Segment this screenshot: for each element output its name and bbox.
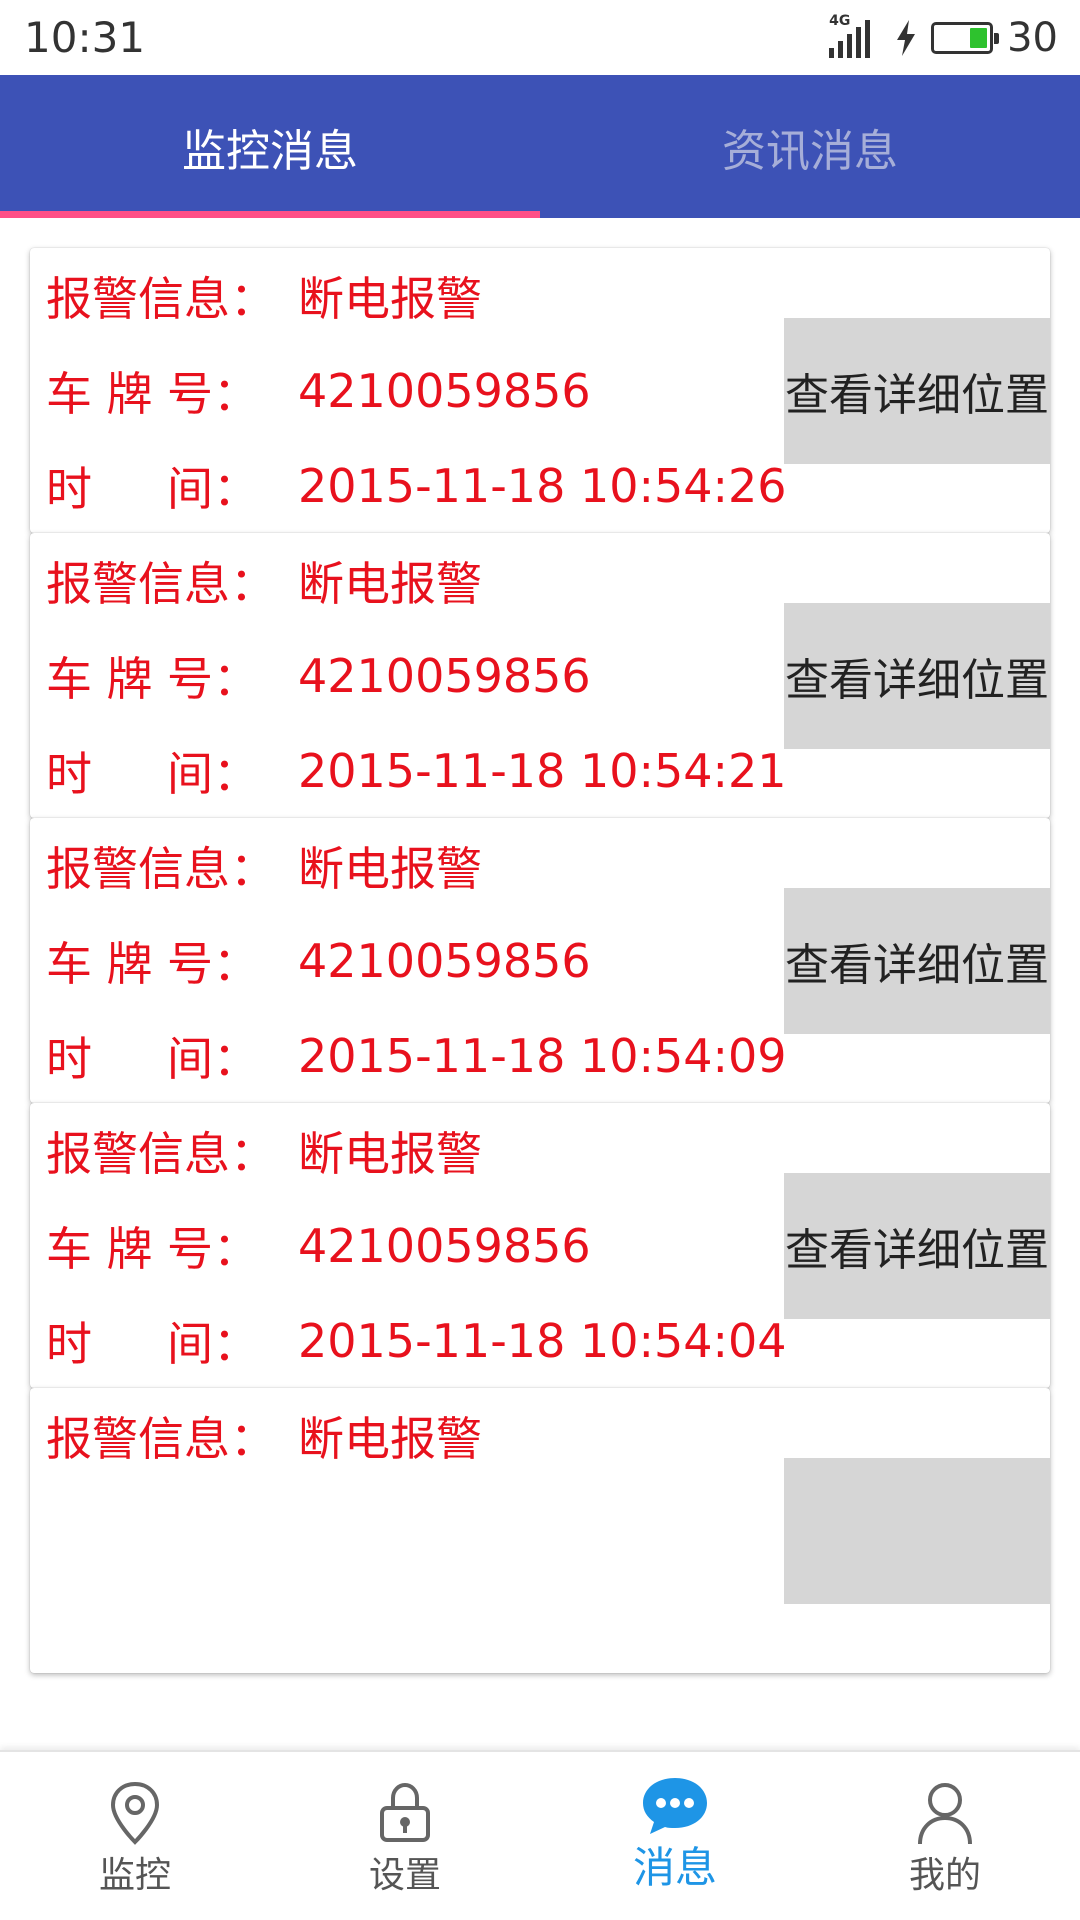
alarm-label: 报警信息： <box>46 272 276 326</box>
lock-icon <box>380 1782 430 1842</box>
view-location-button[interactable]: 查看详细位置 <box>784 318 1050 464</box>
alarm-label: 报警信息： <box>46 1412 276 1466</box>
plate-row: 车 牌 号： 4210059856 <box>46 361 591 421</box>
view-location-button[interactable] <box>784 1458 1050 1604</box>
alarm-label: 报警信息： <box>46 842 276 896</box>
time-value: 2015-11-18 10:54:21 <box>298 744 787 798</box>
status-bar: 10:31 4G 30 <box>0 0 1080 75</box>
time-row: 时 间： 2015-11-18 10:54:09 <box>46 1026 787 1086</box>
alarm-value: 断电报警 <box>298 557 482 611</box>
chat-bubble-icon <box>643 1778 707 1834</box>
charging-icon <box>897 20 916 56</box>
plate-row: 车 牌 号： 4210059856 <box>46 1216 591 1276</box>
message-card: 报警信息： 断电报警 车 牌 号： 4210059856 时 间： 2015-1… <box>30 248 1050 533</box>
nav-messages[interactable]: 消息 <box>540 1752 810 1920</box>
message-list[interactable]: 报警信息： 断电报警 车 牌 号： 4210059856 时 间： 2015-1… <box>0 218 1080 1750</box>
alarm-label: 报警信息： <box>46 1127 276 1181</box>
message-card: 报警信息： 断电报警 车 牌 号： 4210059856 时 间： 2015-1… <box>30 818 1050 1103</box>
nav-label: 我的 <box>908 1855 981 1896</box>
location-pin-icon <box>110 1781 160 1845</box>
alarm-value: 断电报警 <box>298 842 482 896</box>
battery-percent: 30 <box>1007 15 1058 61</box>
plate-value: 4210059856 <box>298 934 591 988</box>
bottom-nav: 监控 设置 消息 我的 <box>0 1750 1080 1920</box>
alarm-row: 报警信息： 断电报警 <box>46 266 482 326</box>
time-value: 2015-11-18 10:54:26 <box>298 459 787 513</box>
alarm-value: 断电报警 <box>298 272 482 326</box>
time-row: 时 间： 2015-11-18 10:54:04 <box>46 1311 787 1371</box>
time-label: 时 间： <box>46 1032 259 1086</box>
plate-value: 4210059856 <box>298 649 591 703</box>
alarm-row: 报警信息： 断电报警 <box>46 1121 482 1181</box>
nav-label: 消息 <box>632 1843 717 1892</box>
time-row: 时 间： 2015-11-18 10:54:21 <box>46 741 787 801</box>
message-card: 报警信息： 断电报警 <box>30 1388 1050 1673</box>
nav-settings[interactable]: 设置 <box>270 1752 540 1920</box>
message-card: 报警信息： 断电报警 车 牌 号： 4210059856 时 间： 2015-1… <box>30 1103 1050 1388</box>
app-screen: 10:31 4G 30 监控消息 资讯消息 报警信息： 断电报警 车 牌 号： … <box>0 0 1080 1920</box>
alarm-row: 报警信息： 断电报警 <box>46 551 482 611</box>
time-row: 时 间： 2015-11-18 10:54:26 <box>46 456 787 516</box>
status-time: 10:31 <box>24 13 146 62</box>
network-type: 4G <box>829 13 851 29</box>
time-label: 时 间： <box>46 462 259 516</box>
time-value: 2015-11-18 10:54:09 <box>298 1029 787 1083</box>
plate-label: 车 牌 号： <box>46 937 259 991</box>
alarm-value: 断电报警 <box>298 1412 482 1466</box>
view-location-button[interactable]: 查看详细位置 <box>784 1173 1050 1319</box>
message-card: 报警信息： 断电报警 车 牌 号： 4210059856 时 间： 2015-1… <box>30 533 1050 818</box>
plate-row: 车 牌 号： 4210059856 <box>46 931 591 991</box>
tab-monitor-messages[interactable]: 监控消息 <box>0 75 540 218</box>
time-label: 时 间： <box>46 747 259 801</box>
alarm-value: 断电报警 <box>298 1127 482 1181</box>
plate-label: 车 牌 号： <box>46 1222 259 1276</box>
plate-value: 4210059856 <box>298 1219 591 1273</box>
alarm-row: 报警信息： 断电报警 <box>46 836 482 896</box>
battery-level <box>970 28 988 48</box>
alarm-label: 报警信息： <box>46 557 276 611</box>
nav-monitor[interactable]: 监控 <box>0 1752 270 1920</box>
view-location-button[interactable]: 查看详细位置 <box>784 603 1050 749</box>
plate-row: 车 牌 号： 4210059856 <box>46 646 591 706</box>
tab-news-messages[interactable]: 资讯消息 <box>540 75 1080 218</box>
time-label: 时 间： <box>46 1317 259 1371</box>
status-icons: 4G 30 <box>829 14 1058 62</box>
battery-icon <box>931 22 1000 54</box>
signal-icon: 4G <box>829 14 881 58</box>
plate-value: 4210059856 <box>298 364 591 418</box>
plate-label: 车 牌 号： <box>46 652 259 706</box>
tab-indicator <box>0 211 540 218</box>
nav-label: 设置 <box>368 1855 441 1896</box>
nav-label: 监控 <box>98 1855 171 1896</box>
time-value: 2015-11-18 10:54:04 <box>298 1314 787 1368</box>
alarm-row: 报警信息： 断电报警 <box>46 1406 482 1466</box>
plate-label: 车 牌 号： <box>46 367 259 421</box>
nav-profile[interactable]: 我的 <box>810 1752 1080 1920</box>
tab-bar: 监控消息 资讯消息 <box>0 75 1080 218</box>
person-icon <box>918 1783 972 1845</box>
view-location-button[interactable]: 查看详细位置 <box>784 888 1050 1034</box>
